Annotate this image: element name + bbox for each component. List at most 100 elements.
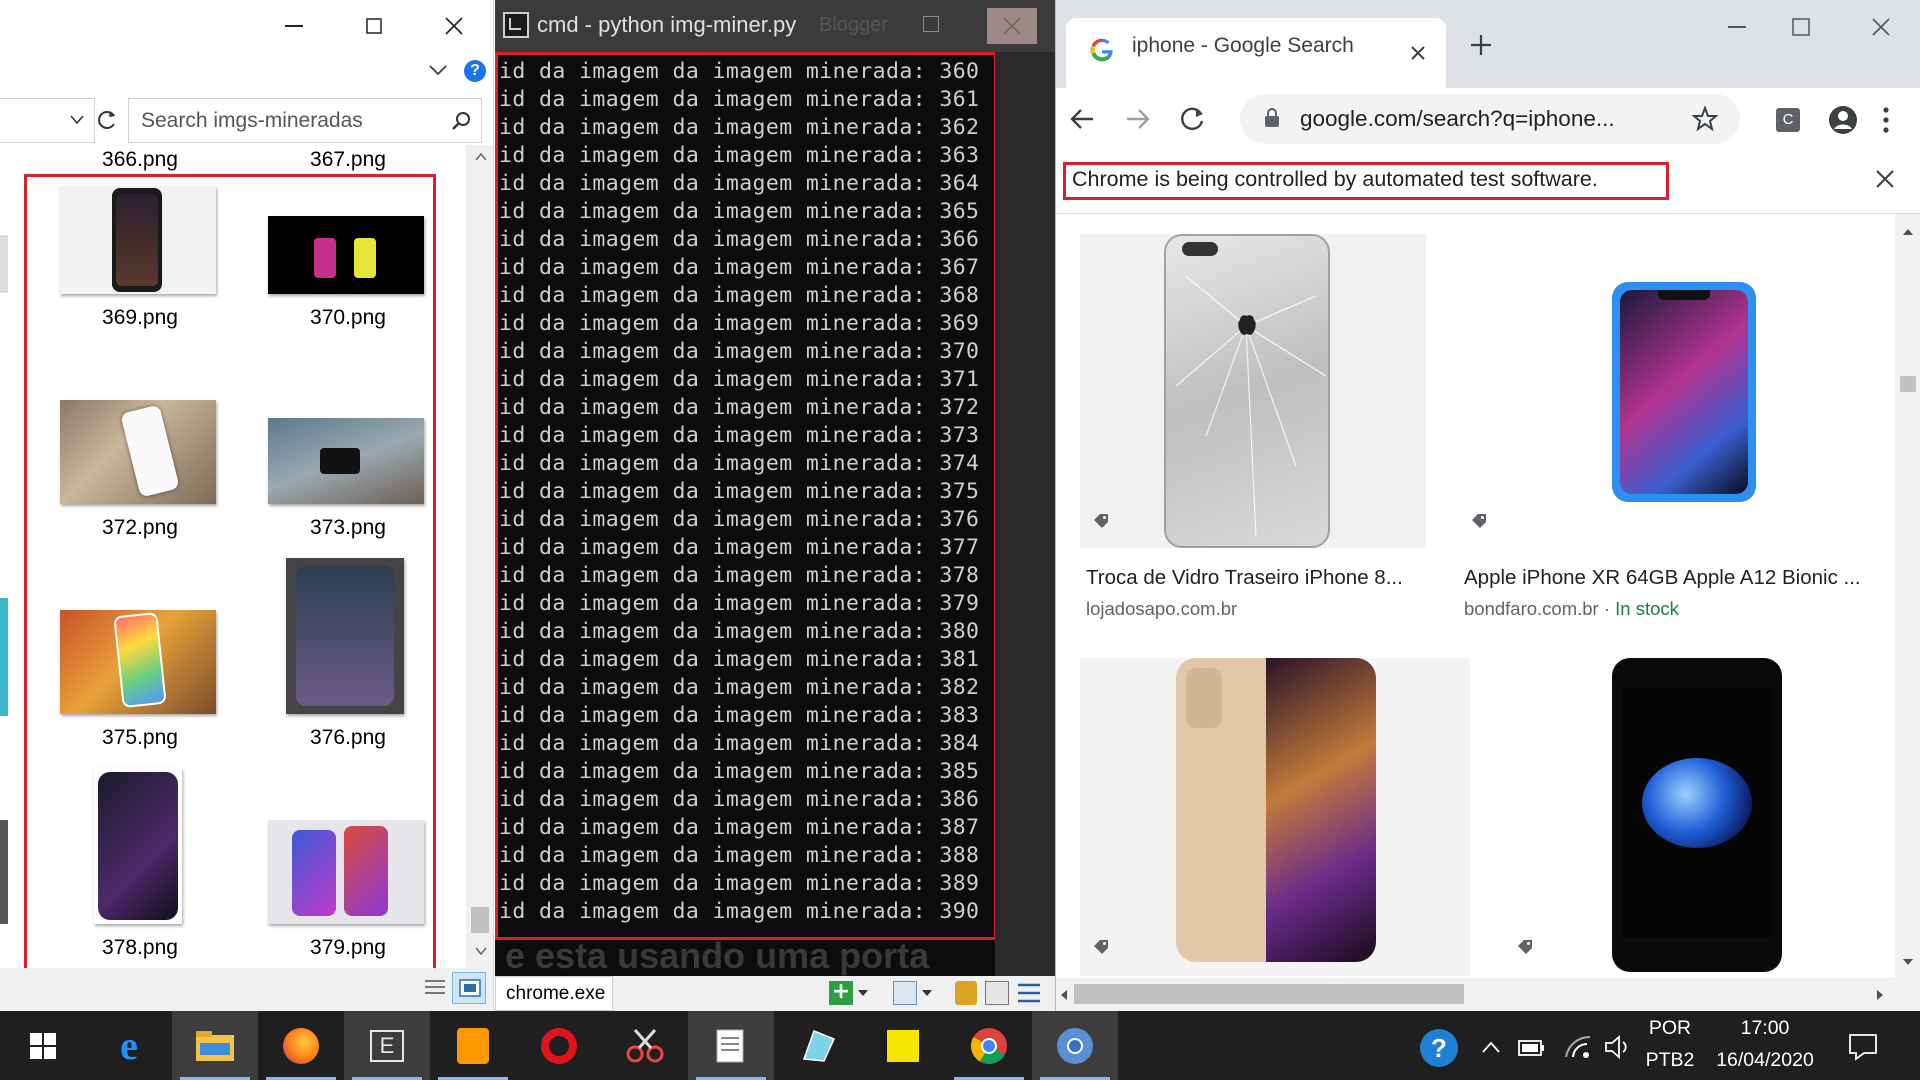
- keyboard-layout-indicator[interactable]: PTB2: [1640, 1049, 1700, 1072]
- edge-icon: e: [120, 1022, 138, 1068]
- split-view-icon[interactable]: [985, 981, 1009, 1005]
- console-toolbar: chrome.exe +: [495, 976, 1055, 1011]
- menu-icon[interactable]: [1017, 982, 1041, 1004]
- horizontal-scrollbar[interactable]: [1056, 978, 1920, 1011]
- vertical-scrollbar[interactable]: [466, 145, 493, 968]
- google-g-icon: [1090, 38, 1113, 62]
- new-tab-icon[interactable]: +: [829, 981, 853, 1005]
- firefox-taskbar-button[interactable]: [258, 1011, 344, 1080]
- glass-icon: [802, 1029, 836, 1062]
- close-icon[interactable]: [1872, 18, 1890, 36]
- scroll-thumb[interactable]: [471, 907, 489, 933]
- cmd-scrollbar[interactable]: [995, 52, 1055, 976]
- reload-icon[interactable]: [1180, 106, 1206, 132]
- cmd-titlebar[interactable]: cmd - python img-miner.py Blogger: [495, 0, 1055, 52]
- file-thumbnail[interactable]: [0, 235, 8, 293]
- scroll-up-icon[interactable]: [1902, 228, 1914, 236]
- forward-arrow-icon[interactable]: [1126, 108, 1150, 130]
- result-image-2[interactable]: [1458, 234, 1890, 548]
- snipping-tool-taskbar-button[interactable]: [602, 1011, 688, 1080]
- address-bar[interactable]: google.com/search?q=iphone...: [1240, 94, 1740, 144]
- result-title[interactable]: Apple iPhone XR 64GB Apple A12 Bionic ..…: [1464, 566, 1861, 590]
- background-text: e esta usando uma porta: [505, 935, 930, 976]
- start-button[interactable]: [0, 1011, 86, 1080]
- window-icon[interactable]: [893, 981, 917, 1005]
- close-button[interactable]: [987, 8, 1037, 44]
- scroll-up-icon[interactable]: [475, 153, 487, 161]
- file-thumbnail[interactable]: [0, 598, 8, 716]
- result-image-3[interactable]: [1080, 658, 1470, 976]
- scroll-thumb[interactable]: [1074, 984, 1464, 1004]
- help-tray-icon[interactable]: ?: [1420, 1029, 1458, 1067]
- close-button[interactable]: [414, 0, 493, 52]
- back-arrow-icon[interactable]: [1070, 108, 1094, 130]
- notification-icon[interactable]: [1848, 1033, 1878, 1061]
- dropdown-chevron-icon[interactable]: [921, 989, 933, 997]
- battery-icon[interactable]: [1518, 1037, 1546, 1057]
- result-title[interactable]: Troca de Vidro Traseiro iPhone 8...: [1086, 566, 1403, 590]
- chevron-up-icon[interactable]: [1482, 1041, 1500, 1053]
- notepad-taskbar-button[interactable]: [688, 1011, 774, 1080]
- console-tab[interactable]: chrome.exe: [495, 976, 613, 1011]
- lock-icon[interactable]: [1264, 108, 1280, 128]
- new-tab-icon[interactable]: [1470, 34, 1492, 56]
- automation-infobar: Chrome is being controlled by automated …: [1056, 152, 1920, 214]
- address-bar[interactable]: [0, 98, 95, 143]
- file-explorer-taskbar-button[interactable]: [172, 1011, 258, 1080]
- result-image-1[interactable]: [1080, 234, 1426, 548]
- taskbar: e E ? POR PTB2 17:00 16/04/2020: [0, 1011, 1920, 1080]
- file-name[interactable]: 366.png: [50, 148, 230, 172]
- chrome-automation-taskbar-button[interactable]: [1032, 1011, 1118, 1080]
- refresh-icon[interactable]: [96, 108, 118, 132]
- tag-icon: [1518, 940, 1532, 954]
- kebab-menu-icon[interactable]: [1882, 106, 1890, 134]
- file-name[interactable]: 367.png: [258, 148, 438, 172]
- dropdown-chevron-icon[interactable]: [70, 115, 84, 125]
- folder-icon: [196, 1030, 234, 1061]
- scissors-icon: [626, 1028, 664, 1062]
- dropdown-chevron-icon[interactable]: [857, 989, 869, 997]
- profile-avatar-icon[interactable]: [1828, 105, 1858, 135]
- wifi-icon[interactable]: [1564, 1035, 1592, 1059]
- scroll-left-icon[interactable]: [1060, 989, 1068, 1001]
- extension-icon[interactable]: C: [1776, 108, 1800, 132]
- chrome-taskbar-button[interactable]: [946, 1011, 1032, 1080]
- lock-icon[interactable]: [955, 981, 977, 1005]
- minimize-icon[interactable]: [1728, 26, 1746, 28]
- clock-date[interactable]: 16/04/2020: [1700, 1049, 1830, 1072]
- language-indicator[interactable]: POR: [1640, 1017, 1700, 1040]
- console-taskbar-button[interactable]: E: [344, 1011, 430, 1080]
- browser-toolbar: google.com/search?q=iphone... C: [1056, 88, 1920, 152]
- sticky-notes-taskbar-button[interactable]: [860, 1011, 946, 1080]
- app-taskbar-button[interactable]: [774, 1011, 860, 1080]
- vertical-scrollbar[interactable]: [1895, 214, 1920, 978]
- clock-time[interactable]: 17:00: [1700, 1017, 1830, 1040]
- browser-tab[interactable]: iphone - Google Search: [1066, 18, 1446, 88]
- question-icon[interactable]: ?: [464, 60, 486, 82]
- details-view-icon[interactable]: [424, 978, 446, 998]
- search-box[interactable]: Search imgs-mineradas: [128, 98, 482, 143]
- maximize-button[interactable]: [334, 0, 414, 52]
- scroll-down-icon[interactable]: [475, 947, 487, 955]
- scroll-down-icon[interactable]: [1902, 958, 1914, 966]
- chrome-icon: [1057, 1027, 1093, 1064]
- maximize-icon[interactable]: [923, 16, 939, 32]
- sublime-taskbar-button[interactable]: [430, 1011, 516, 1080]
- scroll-thumb[interactable]: [1900, 376, 1916, 392]
- close-icon: [1003, 17, 1021, 35]
- opera-taskbar-button[interactable]: [516, 1011, 602, 1080]
- large-icons-view-button[interactable]: [452, 972, 486, 1004]
- scroll-right-icon[interactable]: [1876, 989, 1884, 1001]
- search-icon[interactable]: [451, 111, 471, 131]
- star-icon[interactable]: [1692, 106, 1718, 132]
- file-thumbnail[interactable]: [0, 820, 8, 924]
- result-image-4[interactable]: [1504, 658, 1890, 976]
- maximize-icon[interactable]: [1792, 18, 1810, 36]
- edge-taskbar-button[interactable]: e: [86, 1011, 172, 1080]
- close-tab-icon[interactable]: [1410, 45, 1426, 61]
- volume-icon[interactable]: [1604, 1035, 1630, 1059]
- tab-strip: iphone - Google Search: [1056, 0, 1920, 88]
- minimize-button[interactable]: [254, 0, 334, 52]
- close-infobar-icon[interactable]: [1876, 170, 1894, 188]
- chevron-down-icon[interactable]: [428, 64, 448, 76]
